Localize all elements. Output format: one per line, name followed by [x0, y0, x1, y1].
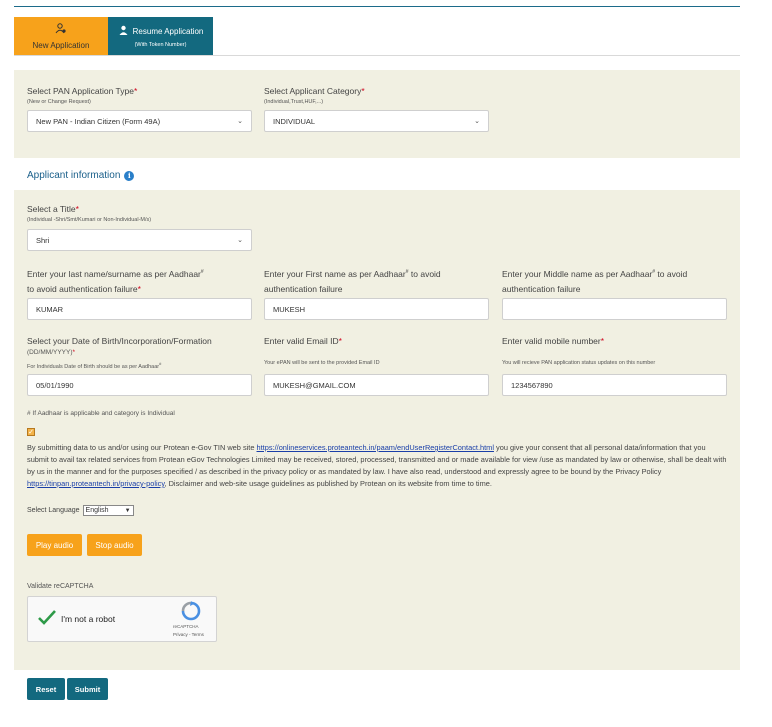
category-select[interactable]: INDIVIDUAL ⌄: [264, 110, 489, 132]
pan-type-value: New PAN - Indian Citizen (Form 49A): [36, 116, 161, 126]
recaptcha-links[interactable]: Privacy - Terms: [173, 632, 204, 637]
mobile-hint: You will recieve PAN application status …: [502, 360, 656, 366]
checkmark-icon[interactable]: [38, 609, 56, 630]
play-audio-button[interactable]: Play audio: [27, 534, 82, 556]
mobile-group: Enter valid mobile number* You will reci…: [502, 334, 732, 367]
top-divider: [14, 6, 740, 7]
title-group: Select a Title* (Individual -Shri/Smt/Ku…: [27, 202, 151, 224]
mobile-value: 1234567890: [511, 380, 553, 390]
email-group: Enter valid Email ID* Your ePAN will be …: [264, 334, 494, 367]
category-group: Select Applicant Category* (Individual,T…: [264, 84, 365, 106]
captcha-label: Validate reCAPTCHA: [27, 583, 94, 590]
first-name-label: Enter your First name as per Aadhaar# to…: [264, 268, 441, 294]
tab-resume-application[interactable]: Resume Application (With Token Number): [108, 17, 213, 55]
title-hint: (Individual -Shri/Smt/Kumari or Non-Indi…: [27, 217, 152, 223]
title-value: Shri: [36, 235, 50, 245]
stop-audio-button[interactable]: Stop audio: [87, 534, 142, 556]
required-marker: *: [361, 86, 365, 96]
language-row: Select Language English ▼: [27, 505, 134, 516]
tab-resume-sublabel: (With Token Number): [134, 42, 187, 48]
consent-part3: , Disclaimer and web-site usage guidelin…: [164, 479, 492, 488]
tab-new-label: New Application: [32, 41, 90, 50]
required-marker: *: [75, 204, 79, 214]
tab-resume-label: Resume Application: [132, 27, 204, 36]
email-input[interactable]: MUKESH@GMAIL.COM: [264, 374, 489, 396]
category-label: Select Applicant Category: [264, 86, 362, 96]
first-name-label-line1: Enter your First name as per Aadhaar: [264, 268, 406, 279]
consent-checkbox[interactable]: ✓: [27, 428, 35, 436]
person-resume-icon: [118, 23, 129, 41]
title-select[interactable]: Shri ⌄: [27, 229, 252, 251]
chevron-down-icon: ▼: [124, 507, 131, 514]
person-add-icon: [55, 21, 67, 39]
recaptcha-widget: I'm not a robot reCAPTCHA Privacy - Term…: [27, 596, 217, 642]
last-name-input[interactable]: KUMAR: [27, 298, 252, 320]
captcha-checkbox-text: I'm not a robot: [61, 614, 116, 624]
consent-text: By submitting data to us and/or using ou…: [27, 442, 727, 490]
section-title: Applicant information: [27, 170, 121, 181]
dob-group: Select your Date of Birth/Incorporation/…: [27, 334, 262, 371]
last-name-label-line2: to avoid authentication failure: [27, 283, 138, 294]
language-value: English: [85, 507, 109, 514]
middle-name-label: Enter your Middle name as per Aadhaar# t…: [502, 268, 688, 294]
email-label: Enter valid Email ID: [264, 336, 339, 346]
last-name-label: Enter your last name/surname as per Aadh…: [27, 268, 204, 294]
tab-divider: [14, 55, 740, 56]
consent-link-register[interactable]: https://onlineservices.proteantech.in/pa…: [257, 443, 494, 452]
tab-new-application[interactable]: New Application: [14, 17, 108, 55]
middle-name-label-line1: Enter your Middle name as per Aadhaar: [502, 268, 653, 279]
reset-button[interactable]: Reset: [27, 678, 65, 700]
first-name-label-line2: authentication failure: [264, 283, 343, 294]
pan-type-label: Select PAN Application Type: [27, 86, 134, 96]
consent-part1: By submitting data to us and/or using ou…: [27, 443, 257, 452]
required-marker: *: [133, 86, 138, 96]
dob-label: Select your Date of Birth/Incorporation/…: [27, 336, 212, 346]
chevron-down-icon: ⌄: [474, 118, 480, 125]
submit-button[interactable]: Submit: [67, 678, 108, 700]
pan-type-select[interactable]: New PAN - Indian Citizen (Form 49A) ⌄: [27, 110, 252, 132]
recaptcha-brand: reCAPTCHA: [173, 624, 199, 629]
middle-name-label-line2: authentication failure: [502, 283, 581, 294]
pan-type-hint: (New or Change Request): [27, 99, 91, 105]
privacy-policy-link[interactable]: https://tinpan.proteantech.in/privacy-po…: [27, 479, 164, 488]
email-value: MUKESH@GMAIL.COM: [273, 380, 356, 390]
last-name-value: KUMAR: [36, 304, 64, 314]
category-hint: (Individual,Trust,HUF,...): [264, 99, 324, 105]
last-name-label-line1: Enter your last name/surname as per Aadh…: [27, 268, 201, 279]
mobile-input[interactable]: 1234567890: [502, 374, 727, 396]
middle-name-label-after: to avoid: [655, 268, 688, 279]
title-label: Select a Title: [27, 204, 76, 214]
mobile-label: Enter valid mobile number: [502, 336, 601, 346]
category-value: INDIVIDUAL: [273, 116, 316, 126]
dob-value: 05/01/1990: [36, 380, 74, 390]
chevron-down-icon: ⌄: [237, 237, 243, 244]
info-icon[interactable]: i: [124, 170, 135, 181]
first-name-label-after: to avoid: [408, 268, 441, 279]
language-label: Select Language: [27, 507, 80, 514]
dob-hint: For Individuals Date of Birth should be …: [27, 363, 160, 370]
dob-format: (DD/MM/YYYY): [27, 349, 73, 356]
recaptcha-logo-icon: [180, 601, 202, 626]
middle-name-input[interactable]: [502, 298, 727, 320]
dob-input[interactable]: 05/01/1990: [27, 374, 252, 396]
first-name-input[interactable]: MUKESH: [264, 298, 489, 320]
pan-type-group: Select PAN Application Type* (New or Cha…: [27, 84, 137, 106]
language-select[interactable]: English ▼: [82, 505, 134, 516]
email-hint: Your ePAN will be sent to the provided E…: [264, 360, 380, 366]
aadhaar-note: # If Aadhaar is applicable and category …: [27, 410, 175, 417]
first-name-value: MUKESH: [273, 304, 306, 314]
chevron-down-icon: ⌄: [237, 118, 243, 125]
applicant-info-heading: Applicant information i: [27, 170, 135, 181]
